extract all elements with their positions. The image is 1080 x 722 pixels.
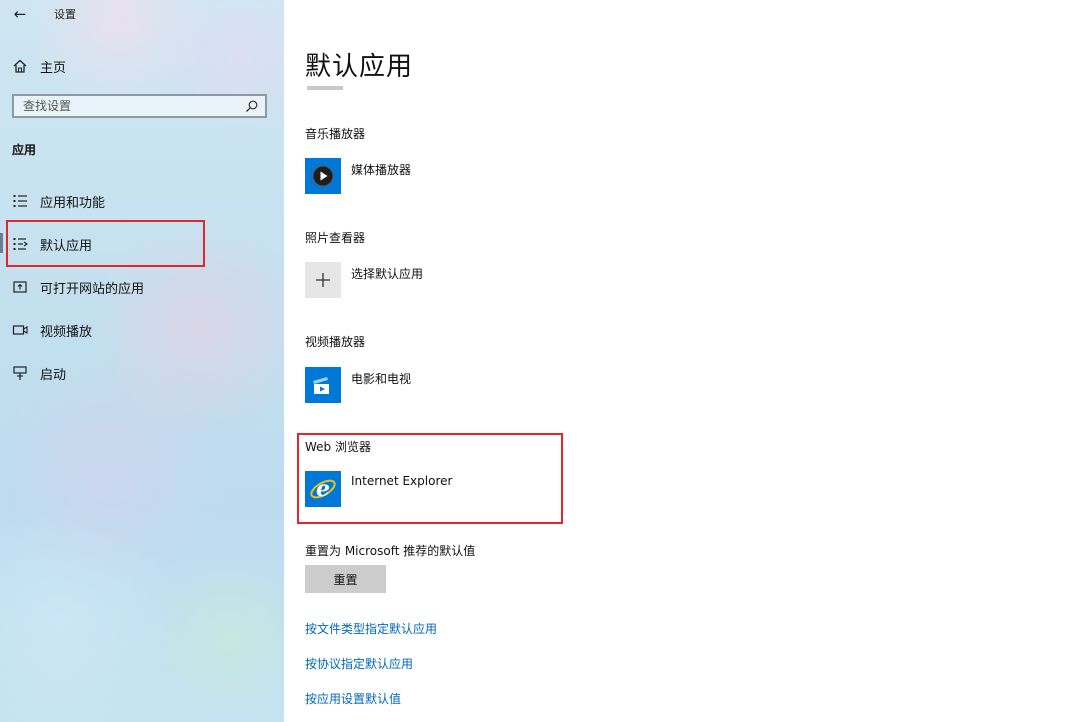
reset-button[interactable]: 重置 [305, 565, 386, 593]
default-app-photos[interactable]: 选择默认应用 [305, 262, 423, 298]
app-name: 电影和电视 [351, 372, 412, 386]
sidebar-item-startup[interactable]: 启动 [10, 359, 270, 387]
category-label-video: 视频播放器 [305, 335, 366, 349]
video-icon [10, 320, 30, 340]
main-content: 默认应用 音乐播放器 媒体播放器 照片查看器 选择默认应用 视频播放器 电影和电… [284, 0, 1080, 722]
sidebar-item-apps-for-websites[interactable]: 可打开网站的应用 [10, 273, 270, 301]
media-player-icon [305, 158, 341, 194]
sidebar-item-label: 可打开网站的应用 [40, 281, 145, 297]
category-label-photos: 照片查看器 [305, 231, 366, 245]
svg-text:e: e [316, 476, 330, 502]
default-app-browser[interactable]: e Internet Explorer [305, 471, 452, 507]
sidebar: ← 设置 主页 应用 [0, 0, 284, 722]
sidebar-item-label: 应用和功能 [40, 195, 106, 211]
search-icon[interactable] [243, 96, 261, 116]
sidebar-item-apps-features[interactable]: 应用和功能 [10, 187, 270, 215]
sidebar-item-label: 启动 [40, 367, 67, 383]
search-input[interactable] [14, 95, 243, 117]
sidebar-item-home[interactable]: 主页 [10, 54, 210, 78]
selected-indicator [0, 233, 3, 253]
plus-icon [305, 262, 341, 298]
back-arrow-icon[interactable]: ← [12, 4, 28, 24]
internet-explorer-icon: e [305, 471, 341, 507]
page-title: 默认应用 [305, 52, 414, 82]
sidebar-item-default-apps[interactable]: 默认应用 [10, 230, 270, 258]
app-name: Internet Explorer [351, 474, 453, 488]
link-defaults-by-protocol[interactable]: 按协议指定默认应用 [305, 655, 413, 672]
window-title: 设置 [54, 8, 76, 21]
app-name: 选择默认应用 [351, 267, 424, 281]
default-apps-icon [10, 234, 30, 254]
reset-label: 重置为 Microsoft 推荐的默认值 [305, 544, 476, 558]
home-label: 主页 [40, 60, 67, 76]
default-app-video[interactable]: 电影和电视 [305, 367, 411, 403]
default-app-music[interactable]: 媒体播放器 [305, 158, 411, 194]
search-box[interactable] [12, 94, 267, 118]
link-defaults-by-file-type[interactable]: 按文件类型指定默认应用 [305, 620, 437, 637]
sidebar-item-label: 默认应用 [40, 238, 93, 254]
startup-icon [10, 363, 30, 383]
title-underline [307, 86, 343, 90]
home-icon [10, 56, 30, 76]
category-label-browser: Web 浏览器 [305, 440, 371, 454]
app-name: 媒体播放器 [351, 163, 412, 177]
section-label-apps: 应用 [12, 143, 37, 157]
link-defaults-by-app[interactable]: 按应用设置默认值 [305, 690, 401, 707]
sidebar-item-label: 视频播放 [40, 324, 93, 340]
category-label-music: 音乐播放器 [305, 127, 366, 141]
open-website-icon [10, 277, 30, 297]
movies-tv-icon [305, 367, 341, 403]
sidebar-item-video-playback[interactable]: 视频播放 [10, 316, 270, 344]
list-icon [10, 191, 30, 211]
